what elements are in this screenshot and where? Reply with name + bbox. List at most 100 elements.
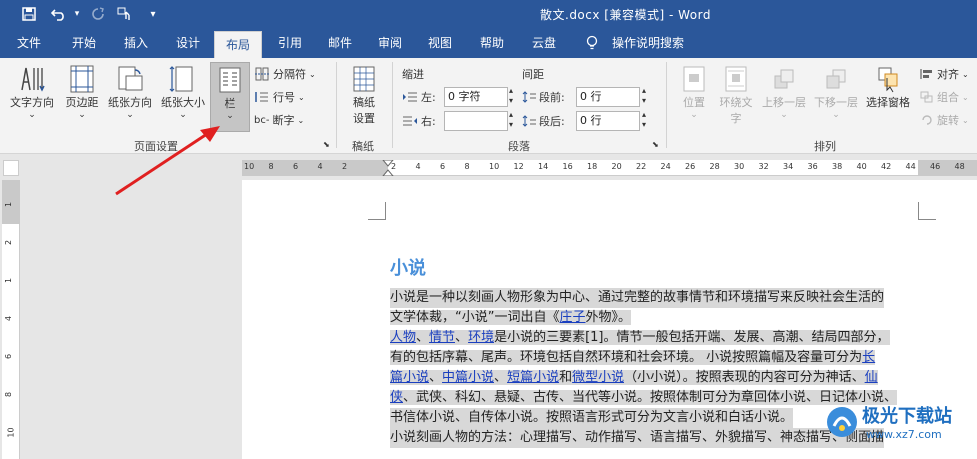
paragraph-line[interactable]: 书信体小说、自传体小说。按照语言形式可分为文言小说和白话小说。: [390, 408, 794, 428]
crop-mark: [368, 202, 386, 220]
margins-button[interactable]: 页边距 ⌄: [60, 64, 104, 120]
tab-view[interactable]: 视图: [418, 28, 462, 58]
group-button[interactable]: 组合 ⌄: [920, 89, 969, 105]
ruler-tick-label: 6: [4, 353, 14, 360]
paragraph-line[interactable]: 人物、情节、环境是小说的三要素[1]。情节一般包括开端、发展、高潮、结局四部分，: [390, 328, 890, 348]
rotate-button[interactable]: 旋转 ⌄: [920, 112, 969, 128]
link-plot[interactable]: 情节: [429, 330, 456, 345]
paragraph-line[interactable]: 小说刻画人物的方法：心理描写、动作描写、语言描写、外貌描写、神态描写、侧面描: [390, 428, 885, 448]
ruler-tick-label: 46: [930, 162, 941, 171]
tell-me-search[interactable]: 操作说明搜索: [606, 28, 690, 58]
line-numbers-button[interactable]: 行号 ⌄: [254, 89, 305, 105]
tab-home[interactable]: 开始: [62, 28, 106, 58]
ruler-tick-label: 4: [317, 162, 323, 171]
spacing-after-label: 段后:: [522, 113, 565, 129]
link-novella[interactable]: 中篇小说: [442, 370, 495, 385]
ruler-tick-label: 16: [562, 162, 573, 171]
tab-review[interactable]: 审阅: [368, 28, 412, 58]
columns-icon: [219, 67, 241, 93]
ruler-tick-label: 34: [783, 162, 794, 171]
tab-references[interactable]: 引用: [268, 28, 312, 58]
document-heading[interactable]: 小说: [390, 254, 426, 280]
customize-quick-access-icon[interactable]: ▾: [146, 4, 160, 24]
selection-pane-button[interactable]: 选择窗格: [862, 64, 914, 110]
tab-layout[interactable]: 布局: [214, 31, 262, 58]
indent-left-input[interactable]: 0 字符: [444, 87, 508, 107]
wrap-text-icon: [725, 66, 747, 92]
watermark-logo: 极光下载站 www.xz7.com: [820, 396, 977, 456]
horizontal-ruler[interactable]: 10 8 6 4 2 2 4 6 8 10 12 14 16 18 20 22 24 26 28 30 32 34 36 38…: [242, 160, 977, 176]
rotate-icon: [922, 115, 932, 125]
tab-mailings[interactable]: 邮件: [318, 28, 362, 58]
send-backward-icon: [826, 69, 846, 89]
ruler-tick-label: 6: [440, 162, 446, 171]
spacing-before-spinner[interactable]: ▴ ▾: [642, 86, 646, 106]
link-micro-fiction[interactable]: 微型小说: [572, 370, 625, 385]
tab-insert[interactable]: 插入: [114, 28, 158, 58]
ruler-tick-label: 26: [685, 162, 696, 171]
undo-dropdown-icon[interactable]: ▾: [72, 4, 82, 24]
ruler-tick-label: 1: [4, 277, 14, 284]
link-zhuangzi[interactable]: 庄子: [559, 310, 586, 325]
spacing-before-icon: [522, 91, 536, 103]
orientation-button[interactable]: 纸张方向 ⌄: [104, 64, 156, 120]
spacing-after-input[interactable]: 0 行: [576, 111, 640, 131]
vertical-ruler[interactable]: 1 2 1 4 6 8 10: [2, 180, 20, 459]
paragraph-line[interactable]: 文学体裁，“小说”一词出自《庄子外物》。: [390, 308, 632, 328]
indent-left-spinner[interactable]: ▴ ▾: [509, 86, 513, 106]
ruler-tab-selector[interactable]: [3, 160, 19, 176]
page-setup-launcher-icon[interactable]: ⬊: [323, 140, 330, 149]
margins-icon: [70, 65, 94, 93]
align-button[interactable]: 对齐 ⌄: [920, 66, 969, 82]
indent-left-label: 左:: [402, 89, 436, 105]
ruler-tick-label: 44: [905, 162, 916, 171]
hyphenation-button[interactable]: bc- 断字 ⌄: [254, 112, 304, 128]
ruler-tick-label: 20: [611, 162, 622, 171]
paragraph-line[interactable]: 小说是一种以刻画人物形象为中心、通过完整的故事情节和环境描写来反映社会生活的: [390, 288, 885, 308]
indent-right-spinner[interactable]: ▴ ▾: [509, 110, 513, 130]
annotation-arrow-icon: [115, 126, 220, 196]
arrange-group-label: 排列: [814, 140, 836, 153]
ruler-tick-label: 32: [758, 162, 769, 171]
text-direction-button[interactable]: 文字方向 ⌄: [6, 64, 58, 120]
send-backward-button[interactable]: 下移一层 ⌄: [810, 64, 862, 120]
link-long-novel[interactable]: 长: [862, 350, 876, 365]
wrap-text-button[interactable]: 环绕文 字: [714, 64, 758, 126]
bring-forward-button[interactable]: 上移一层 ⌄: [758, 64, 810, 120]
tab-help[interactable]: 帮助: [470, 28, 514, 58]
breaks-button[interactable]: 分隔符 ⌄: [254, 66, 316, 82]
tab-design[interactable]: 设计: [166, 28, 210, 58]
indent-right-input[interactable]: [444, 111, 508, 131]
paragraph-launcher-icon[interactable]: ⬊: [652, 140, 659, 149]
window-title: 散文.docx [兼容模式] - Word: [540, 8, 711, 22]
ruler-tick-label: 2: [4, 239, 14, 246]
ruler-tick-label: 28: [709, 162, 720, 171]
link-xianxia[interactable]: 仙: [864, 370, 878, 385]
save-icon[interactable]: [18, 4, 40, 24]
tab-file[interactable]: 文件: [8, 28, 50, 58]
link-characters[interactable]: 人物: [390, 330, 417, 345]
ruler-tick-label: 8: [4, 391, 14, 398]
manuscript-group-label: 稿纸: [352, 140, 374, 153]
indent-right-icon: [403, 116, 417, 126]
paragraph-line[interactable]: 有的包括序幕、尾声。环境包括自然环境和社会环境。 小说按照篇幅及容量可分为长: [390, 348, 876, 368]
position-button[interactable]: 位置 ⌄: [674, 64, 714, 120]
redo-icon[interactable]: [88, 4, 108, 24]
ruler-tick-label: 1: [4, 201, 14, 208]
link-short-story[interactable]: 短篇小说: [507, 370, 560, 385]
link-environment[interactable]: 环境: [468, 330, 495, 345]
tab-cloud[interactable]: 云盘: [522, 28, 566, 58]
crop-mark: [918, 202, 936, 220]
ruler-tick-label: 14: [538, 162, 549, 171]
spacing-before-input[interactable]: 0 行: [576, 87, 640, 107]
indent-marker-icon[interactable]: [382, 160, 394, 176]
manuscript-settings-button[interactable]: 稿纸 设置: [344, 64, 384, 126]
undo-icon[interactable]: [48, 4, 70, 24]
watermark-title: 极光下载站: [862, 406, 952, 427]
paragraph-line[interactable]: 篇小说、中篇小说、短篇小说和微型小说（小小说）。按照表现的内容可分为神话、仙: [390, 368, 878, 388]
ruler-tick-label: 30: [734, 162, 745, 171]
size-button[interactable]: 纸张大小 ⌄: [156, 64, 210, 120]
divider: [666, 62, 667, 148]
touch-mode-icon[interactable]: [114, 4, 138, 24]
spacing-after-spinner[interactable]: ▴ ▾: [642, 110, 646, 130]
